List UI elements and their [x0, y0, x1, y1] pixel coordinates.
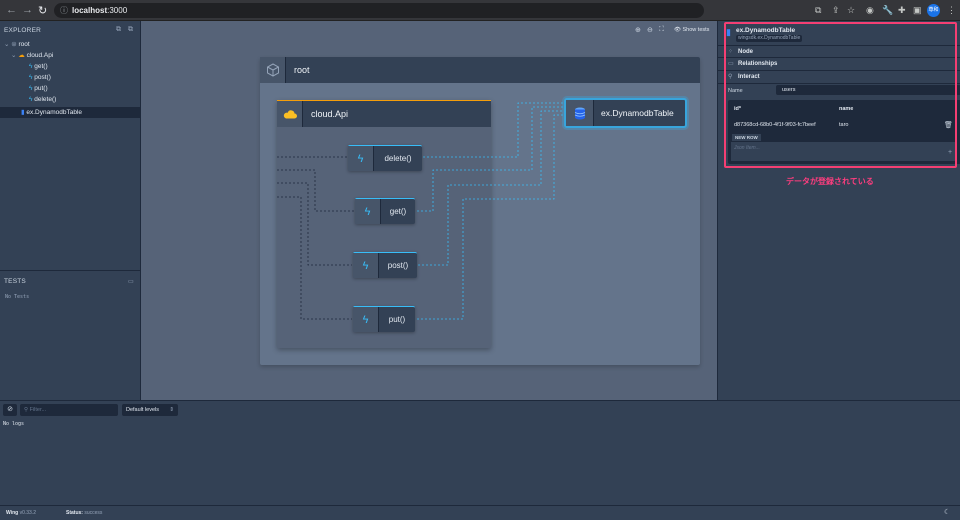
share-icon[interactable]: ⇪ [832, 5, 840, 16]
collapse-all-icon[interactable]: ⧉ [128, 26, 133, 34]
tests-title: TESTS [4, 278, 26, 285]
database-icon [566, 100, 594, 126]
clear-logs-icon[interactable]: ⊘ [3, 404, 17, 416]
no-logs-text: No logs [3, 421, 25, 427]
status-value: success [84, 510, 103, 516]
bolt-icon: ϟ [348, 146, 374, 171]
function-node-get[interactable]: ϟ get() [355, 198, 415, 224]
cloud-icon: ☁ [18, 52, 27, 59]
version: v0.33.2 [19, 510, 36, 516]
tree-item-root[interactable]: ⌄ ⊜ root [0, 39, 140, 50]
no-tests-text: No Tests [5, 294, 30, 300]
explorer-title: EXPLORER [4, 27, 42, 34]
log-level-select[interactable]: Default levels ⇕ [122, 404, 178, 416]
tree-item-get[interactable]: ϟ get() [0, 61, 140, 72]
sidepanel-icon[interactable]: ▣ [913, 5, 922, 16]
tree-item-delete[interactable]: ϟ delete() [0, 94, 140, 105]
info-icon: ⓘ [60, 6, 68, 15]
reload-button[interactable]: ↻ [38, 4, 47, 17]
star-icon[interactable]: ☆ [847, 5, 855, 16]
highlight-box [724, 22, 957, 168]
annotation-text: データが登録されている [786, 177, 874, 186]
extension-icon[interactable]: ◉ [866, 5, 874, 16]
bolt-icon: ϟ [355, 199, 381, 224]
function-node-delete[interactable]: ϟ delete() [348, 145, 422, 171]
tree-item-put[interactable]: ϟ put() [0, 83, 140, 94]
back-button[interactable]: ← [6, 4, 17, 16]
address-bar[interactable]: ⓘ localhost:3000 [54, 3, 704, 18]
status-bar: Wing v0.33.2 Status: success ☾ [0, 505, 960, 520]
puzzle-icon[interactable]: ✚ [898, 5, 906, 16]
menu-icon[interactable]: ⋮ [947, 5, 956, 16]
run-tests-icon[interactable]: ▭ [128, 278, 134, 285]
avatar[interactable]: 尊和 [927, 4, 940, 17]
theme-toggle-icon[interactable]: ☾ [944, 506, 950, 520]
translate-icon[interactable]: ⧉ [815, 5, 821, 16]
bolt-icon: ϟ [353, 307, 379, 332]
bolt-icon: ϟ [353, 253, 379, 278]
dynamodb-table-node[interactable]: ex.DynamodbTable [564, 98, 687, 128]
chevron-updown-icon: ⇕ [169, 407, 174, 413]
forward-button[interactable]: → [22, 4, 33, 16]
edges [277, 102, 564, 320]
expand-all-icon[interactable]: ⧉ [116, 26, 121, 34]
log-filter-input[interactable]: ⚲ Filter... [20, 404, 118, 416]
table-edges [417, 102, 564, 320]
logs-panel: ⊘ ⚲ Filter... Default levels ⇕ No logs [0, 400, 960, 505]
function-node-put[interactable]: ϟ put() [353, 306, 415, 332]
browser-toolbar: ← → ↻ ⓘ localhost:3000 ⧉ ⇪ ☆ ◉ 🔧 ✚ ▣ 尊和 ⋮ [0, 0, 960, 21]
api-edges [277, 156, 354, 320]
tests-panel: TESTS ▭ No Tests [0, 270, 141, 400]
wrench-icon[interactable]: 🔧 [882, 5, 893, 16]
tree-item-post[interactable]: ϟ post() [0, 72, 140, 83]
map-canvas[interactable]: ⊕ ⊖ ⛶ 👁 Show tests root cloud.Api ϟ delet… [141, 21, 717, 400]
tree-item-cloud-api[interactable]: ⌄ ☁ cloud.Api [0, 50, 140, 61]
function-node-post[interactable]: ϟ post() [353, 252, 417, 278]
tree-item-dynamodb-table[interactable]: ▮ ex.DynamodbTable [0, 107, 140, 118]
